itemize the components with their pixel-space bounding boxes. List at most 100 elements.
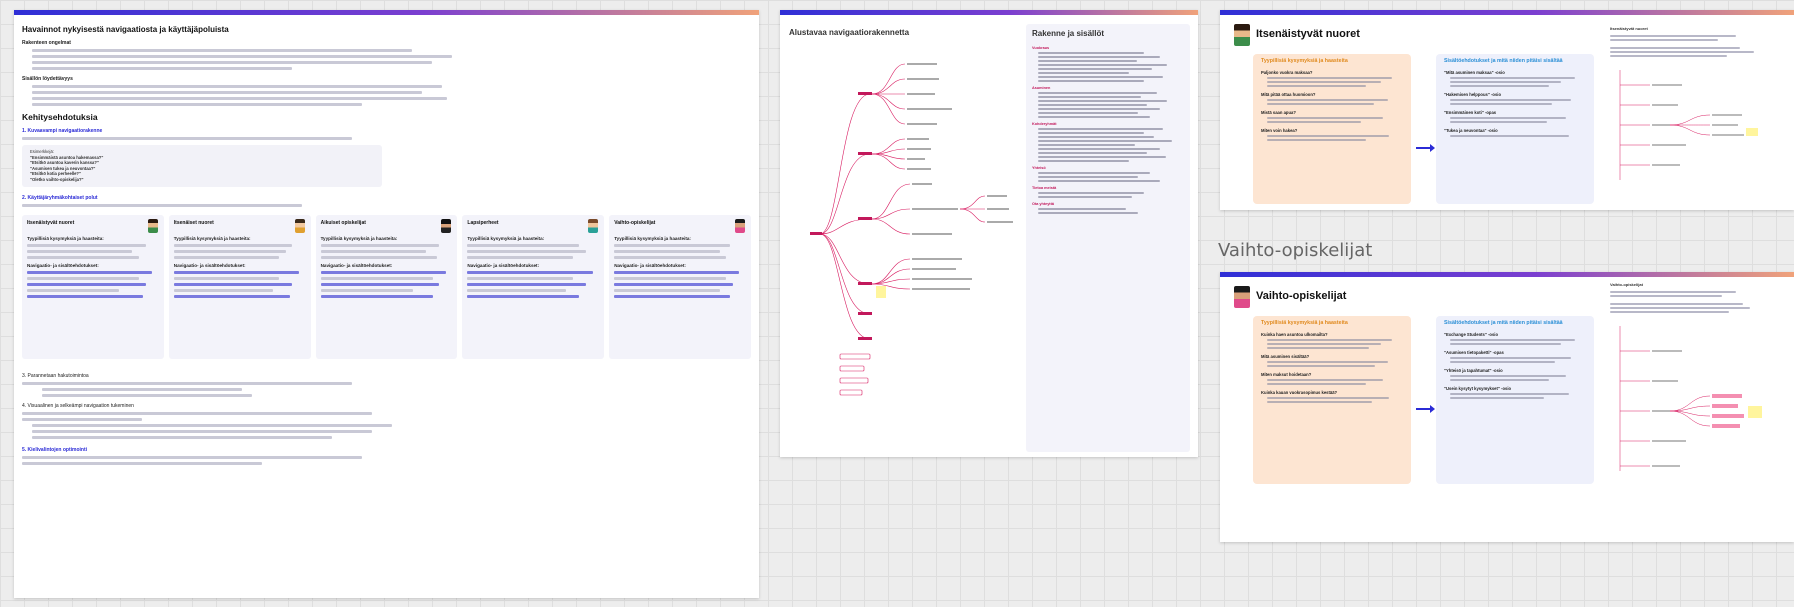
text-line [32, 49, 412, 52]
text-line [1267, 135, 1390, 137]
text-line [27, 294, 143, 298]
avatar [734, 218, 745, 233]
category-label: Ota yhteyttä [1032, 202, 1054, 206]
text-line [1038, 96, 1142, 98]
text-line [1267, 401, 1373, 403]
persona-card[interactable]: Itsenäistyvät nuoret Tyypillisiä kysymyk… [22, 214, 164, 359]
navigation-structure-board[interactable]: Alustavaa navigaatiorakennetta Rakenne j… [780, 10, 1198, 457]
text-line [32, 97, 447, 100]
text-line [173, 249, 286, 253]
side-notes: Vaihto-opiskelijat [1610, 282, 1790, 481]
text-line [27, 255, 140, 259]
text-line [173, 288, 273, 292]
text-line [1038, 176, 1139, 178]
persona-card[interactable]: Itsenäiset nuoret Tyypillisiä kysymyksiä… [168, 214, 311, 359]
category-label: Tietoa meistä [1032, 186, 1057, 190]
text-line [1450, 103, 1553, 105]
text-line [1038, 80, 1145, 82]
text-line [1038, 128, 1163, 130]
persona-board-exchange-students[interactable]: Vaihto-opiskelijat Tyypillisiä kysymyksi… [1220, 272, 1794, 542]
text-line [1038, 144, 1136, 146]
text-line [173, 255, 280, 259]
persona-card[interactable]: Lapsiperheet Tyypillisiä kysymyksiä ja h… [462, 214, 605, 359]
text-line [1038, 60, 1137, 62]
text-line [173, 294, 290, 298]
text-line [1038, 196, 1133, 198]
suggestion: "Usein kysytyt kysymykset" -osio [1444, 386, 1512, 391]
findings-board[interactable]: Havainnot nykyisestä navigaatiosta ja kä… [14, 10, 759, 598]
text-line [173, 276, 280, 280]
text-line [173, 270, 299, 274]
persona-subtitle: Navigaatio- ja sisältöehdotukset: [614, 262, 686, 268]
persona-title: Itsenäiset nuoret [173, 219, 214, 226]
text-line [27, 288, 120, 292]
text-line [1267, 77, 1392, 79]
text-line [1038, 132, 1145, 134]
suggestion: "Asumisen tietopaketti" -opas [1444, 350, 1504, 355]
text-line [32, 67, 292, 70]
persona-board-young-adults[interactable]: Itsenäistyvät nuoret Tyypillisiä kysymyk… [1220, 10, 1794, 210]
text-line [1038, 76, 1163, 78]
text-line [22, 137, 352, 140]
text-line [173, 243, 293, 247]
avatar [441, 218, 452, 233]
text-line [614, 276, 727, 280]
text-line [27, 276, 140, 280]
text-line [1038, 72, 1130, 74]
text-line [42, 387, 242, 391]
persona-subtitle: Navigaatio- ja sisältöehdotukset: [467, 262, 540, 268]
persona-subtitle: Tyypillisiä kysymyksiä ja haasteita: [27, 235, 104, 241]
text-line [27, 282, 146, 286]
text-line [1610, 303, 1744, 305]
questions-column: Tyypillisiä kysymyksiä ja haasteita Kuin… [1253, 316, 1411, 484]
text-line [1267, 103, 1374, 105]
text-line [1267, 99, 1388, 101]
structure-content-panel: Rakenne ja sisällöt Vuokraus Asuminen Ko… [1026, 24, 1190, 452]
text-line [1610, 311, 1729, 313]
text-line [27, 249, 133, 253]
findings-title: Havainnot nykyisestä navigaatiosta ja kä… [22, 25, 229, 34]
text-line [1450, 375, 1567, 377]
text-line [320, 255, 437, 259]
question: Paljonko vuokra maksaa? [1261, 70, 1313, 75]
text-line [1450, 339, 1575, 341]
text-line [467, 294, 580, 298]
text-line [1267, 347, 1370, 349]
text-line [32, 429, 372, 433]
text-line [22, 381, 352, 385]
text-line [1038, 108, 1160, 110]
text-line [32, 61, 432, 64]
text-line [27, 270, 153, 274]
text-line [1610, 291, 1736, 293]
column-title: Tyypillisiä kysymyksiä ja haasteita [1261, 320, 1348, 326]
text-line [1450, 99, 1571, 101]
dev4-heading: 4. Visuaalinen ja selkeämpi navigaation … [22, 402, 134, 409]
column-title: Sisältöehdotukset ja mitä niiden pitäisi… [1444, 58, 1563, 64]
text-line [467, 255, 573, 259]
persona-subtitle: Navigaatio- ja sisältöehdotukset: [27, 262, 99, 268]
text-line [1038, 160, 1130, 162]
text-line [1610, 35, 1736, 37]
persona-card[interactable]: Vaihto-opiskelijat Tyypillisiä kysymyksi… [609, 214, 751, 359]
text-line [614, 243, 731, 247]
text-line [32, 435, 332, 439]
side-title: Itsenäistyvät nuoret [1610, 26, 1648, 31]
text-line [1610, 47, 1740, 49]
text-line [1038, 148, 1160, 150]
text-line [1038, 64, 1168, 66]
avatar [147, 218, 158, 233]
persona-card[interactable]: Aikuiset opiskelijat Tyypillisiä kysymyk… [315, 214, 458, 359]
question: Kuinka kauan vuokrasopimus kestää? [1261, 390, 1338, 395]
category-label: Vuokraus [1032, 46, 1050, 50]
text-line [1267, 361, 1388, 363]
text-line [22, 411, 372, 415]
text-line [1450, 117, 1567, 119]
text-line [467, 249, 586, 253]
mind-map[interactable] [780, 24, 1026, 454]
questions-column: Tyypillisiä kysymyksiä ja haasteita Palj… [1253, 54, 1411, 204]
question: Miten voin hakea? [1261, 128, 1298, 133]
text-line [32, 103, 362, 106]
text-line [1610, 295, 1722, 297]
suggestions-column: Sisältöehdotukset ja mitä niiden pitäisi… [1436, 54, 1594, 204]
findability-heading: Sisällön löydettävyys [22, 76, 73, 82]
